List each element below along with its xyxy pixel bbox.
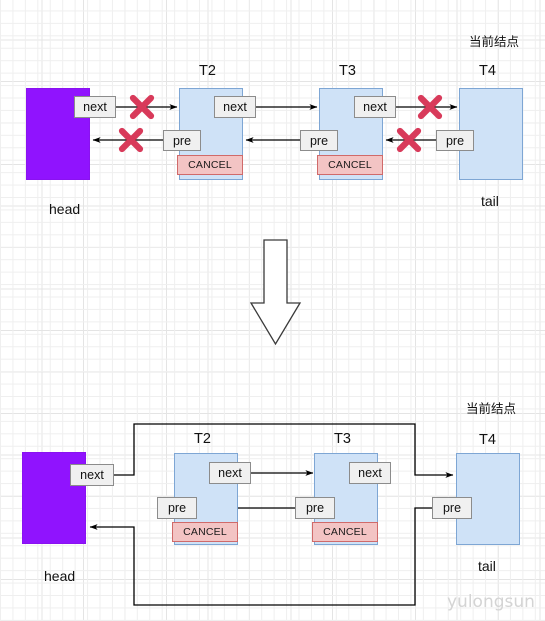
head-label-after: head (44, 568, 76, 584)
tail-label-after: tail (478, 558, 496, 574)
t4-pre-chip-after: pre (432, 497, 472, 519)
t2-pre-chip-before: pre (163, 130, 201, 151)
node-title-t2-after: T2 (194, 431, 211, 447)
bottom-tail-pre-link (89, 507, 434, 606)
transition-down-arrow (249, 239, 302, 346)
t2-pre-chip-after: pre (157, 497, 197, 519)
head-next-chip-after: next (70, 464, 114, 486)
t3-next-chip-after: next (349, 462, 391, 484)
current-node-label-before: 当前结点 (469, 35, 520, 49)
t3-next-chip-before: next (354, 96, 396, 118)
t3-cancel-badge-before: CANCEL (317, 155, 383, 175)
node-title-t3-after: T3 (334, 431, 351, 447)
t3-pre-chip-after: pre (295, 497, 335, 519)
t3-pre-chip-before: pre (300, 130, 338, 151)
node-title-t4-before: T4 (479, 63, 496, 79)
t4-pre-chip-before: pre (436, 130, 474, 151)
node-title-t3-before: T3 (339, 63, 356, 79)
t2-next-chip-after: next (209, 462, 251, 484)
watermark: yulongsun (447, 592, 535, 612)
current-node-label-after: 当前结点 (466, 402, 517, 416)
node-title-t2-before: T2 (199, 63, 216, 79)
t2-cancel-badge-before: CANCEL (177, 155, 243, 175)
node-title-t4-after: T4 (479, 432, 496, 448)
bottom-head-next-link (114, 423, 454, 478)
head-label-before: head (49, 201, 81, 217)
diagram-canvas: 当前结点 head next T2 next pre CANCEL T3 nex… (0, 0, 545, 621)
t2-cancel-badge-after: CANCEL (172, 522, 238, 542)
t2-next-chip-before: next (214, 96, 256, 118)
head-next-chip-before: next (74, 96, 116, 118)
tail-label-before: tail (481, 193, 499, 209)
t3-cancel-badge-after: CANCEL (312, 522, 378, 542)
